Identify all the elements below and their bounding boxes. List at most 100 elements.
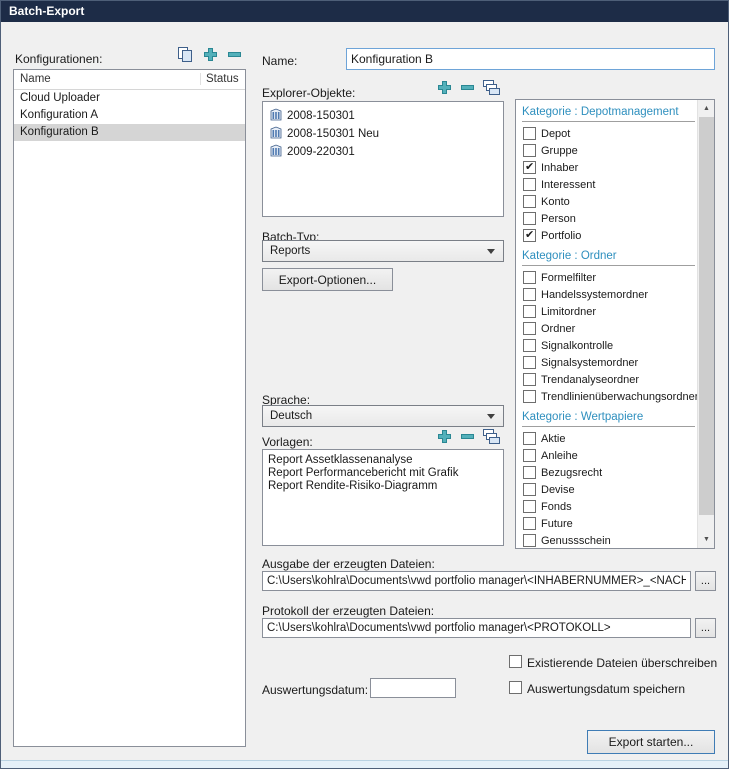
export-options-button[interactable]: Export-Optionen... [262, 268, 393, 291]
scrollbar-thumb[interactable] [699, 117, 714, 515]
category-option-fonds[interactable]: Fonds [516, 498, 697, 515]
checkbox[interactable] [523, 178, 536, 191]
checkbox[interactable] [523, 271, 536, 284]
templates-list[interactable]: Report Assetklassenanalyse Report Perfor… [262, 449, 504, 546]
checkbox[interactable] [523, 288, 536, 301]
output-path-input[interactable] [262, 571, 691, 591]
checkbox[interactable] [523, 127, 536, 140]
configuration-row[interactable]: Konfiguration B [14, 124, 245, 141]
category-option-anleihe[interactable]: Anleihe [516, 447, 697, 464]
checkbox[interactable] [523, 322, 536, 335]
checkbox[interactable] [523, 144, 536, 157]
remove-explorer-object-button[interactable] [458, 80, 476, 98]
protocol-path-label: Protokoll der erzeugten Dateien: [262, 604, 434, 618]
checkbox-label: Genussschein [541, 535, 611, 547]
plus-icon [438, 81, 451, 97]
explorer-object-row[interactable]: 2008-150301 [263, 107, 503, 125]
category-option-aktie[interactable]: Aktie [516, 430, 697, 447]
column-header-name[interactable]: Name [20, 73, 51, 85]
checkbox[interactable] [523, 339, 536, 352]
batch-type-dropdown[interactable]: Reports [262, 240, 504, 262]
checkbox[interactable] [523, 356, 536, 369]
scroll-up-icon[interactable]: ▲ [698, 100, 715, 117]
checkbox[interactable] [523, 466, 536, 479]
configuration-row[interactable]: Cloud Uploader [14, 90, 245, 107]
category-option-signalkontrolle[interactable]: Signalkontrolle [516, 337, 697, 354]
explorer-object-row[interactable]: 2008-150301 Neu [263, 125, 503, 143]
category-option-gruppe[interactable]: Gruppe [516, 142, 697, 159]
evaluation-date-input[interactable] [370, 678, 456, 698]
templates-label: Vorlagen: [262, 435, 313, 449]
category-option-signalsystemordner[interactable]: Signalsystemordner [516, 354, 697, 371]
category-option-trendlinienueberwachungsordner[interactable]: Trendlinienüberwachungsordner [516, 388, 697, 405]
overwrite-files-checkbox[interactable] [509, 655, 522, 668]
scroll-down-icon[interactable]: ▼ [698, 531, 715, 548]
checkbox-label: Handelssystemordner [541, 289, 648, 301]
checkbox[interactable] [523, 305, 536, 318]
copy-configuration-button[interactable] [176, 47, 194, 65]
add-multiple-templates-button[interactable] [482, 429, 500, 447]
checkbox[interactable] [523, 449, 536, 462]
checkbox-label: Formelfilter [541, 272, 596, 284]
language-dropdown[interactable]: Deutsch [262, 405, 504, 427]
category-option-ordner[interactable]: Ordner [516, 320, 697, 337]
category-option-future[interactable]: Future [516, 515, 697, 532]
checkbox[interactable] [523, 390, 536, 403]
configuration-row[interactable]: Konfiguration A [14, 107, 245, 124]
add-configuration-button[interactable] [201, 47, 219, 65]
name-input[interactable] [346, 48, 715, 70]
category-option-konto[interactable]: Konto [516, 193, 697, 210]
checkbox[interactable] [523, 195, 536, 208]
category-option-formelfilter[interactable]: Formelfilter [516, 269, 697, 286]
checkbox[interactable] [523, 229, 536, 242]
configuration-name: Konfiguration A [20, 109, 98, 121]
output-browse-button[interactable]: ... [695, 571, 716, 591]
minus-icon [461, 81, 474, 97]
window-titlebar[interactable]: Batch-Export [1, 1, 728, 22]
category-option-person[interactable]: Person [516, 210, 697, 227]
chevron-down-icon[interactable] [487, 249, 495, 254]
checkbox-label: Inhaber [541, 162, 578, 174]
checkbox-label: Person [541, 213, 576, 225]
checkbox[interactable] [523, 500, 536, 513]
add-template-button[interactable] [435, 429, 453, 447]
category-option-bezugsrecht[interactable]: Bezugsrecht [516, 464, 697, 481]
checkbox[interactable] [523, 534, 536, 547]
category-option-portfolio[interactable]: Portfolio [516, 227, 697, 244]
category-option-depot[interactable]: Depot [516, 125, 697, 142]
checkbox[interactable] [523, 161, 536, 174]
save-evaluation-date-checkbox[interactable] [509, 681, 522, 694]
checkbox[interactable] [523, 483, 536, 496]
protocol-path-input[interactable] [262, 618, 691, 638]
checkbox[interactable] [523, 212, 536, 225]
add-explorer-object-button[interactable] [435, 80, 453, 98]
checkbox[interactable] [523, 517, 536, 530]
remove-template-button[interactable] [458, 429, 476, 447]
protocol-browse-button[interactable]: ... [695, 618, 716, 638]
template-row[interactable]: Report Rendite-Risiko-Diagramm [263, 480, 503, 493]
column-header-status[interactable]: Status [200, 73, 239, 85]
category-option-interessent[interactable]: Interessent [516, 176, 697, 193]
chevron-down-icon[interactable] [487, 414, 495, 419]
categories-scrollbar[interactable]: ▲ ▼ [697, 100, 714, 548]
explorer-object-name: 2008-150301 Neu [287, 128, 379, 140]
remove-configuration-button[interactable] [225, 47, 243, 65]
category-option-inhaber[interactable]: Inhaber [516, 159, 697, 176]
category-option-devise[interactable]: Devise [516, 481, 697, 498]
categories-panel: Kategorie : Depotmanagement Depot Gruppe… [515, 99, 715, 549]
explorer-objects-list[interactable]: 2008-150301 2008-150301 Neu 2009-220301 [262, 101, 504, 217]
category-option-trendanalyseordner[interactable]: Trendanalyseordner [516, 371, 697, 388]
batch-export-dialog: Batch-Export Konfigurationen: Name Statu… [0, 0, 729, 769]
category-option-handelssystemordner[interactable]: Handelssystemordner [516, 286, 697, 303]
configurations-list[interactable]: Name Status Cloud Uploader Konfiguration… [13, 69, 246, 747]
add-multiple-explorer-objects-button[interactable] [482, 80, 500, 98]
checkbox[interactable] [523, 432, 536, 445]
checkbox[interactable] [523, 373, 536, 386]
category-option-limitordner[interactable]: Limitordner [516, 303, 697, 320]
category-option-genussschein[interactable]: Genussschein [516, 532, 697, 548]
explorer-object-row[interactable]: 2009-220301 [263, 143, 503, 161]
cascade-icon [483, 429, 500, 448]
template-row[interactable]: Report Performancebericht mit Grafik [263, 467, 503, 480]
template-row[interactable]: Report Assetklassenanalyse [263, 454, 503, 467]
start-export-button[interactable]: Export starten... [587, 730, 715, 754]
